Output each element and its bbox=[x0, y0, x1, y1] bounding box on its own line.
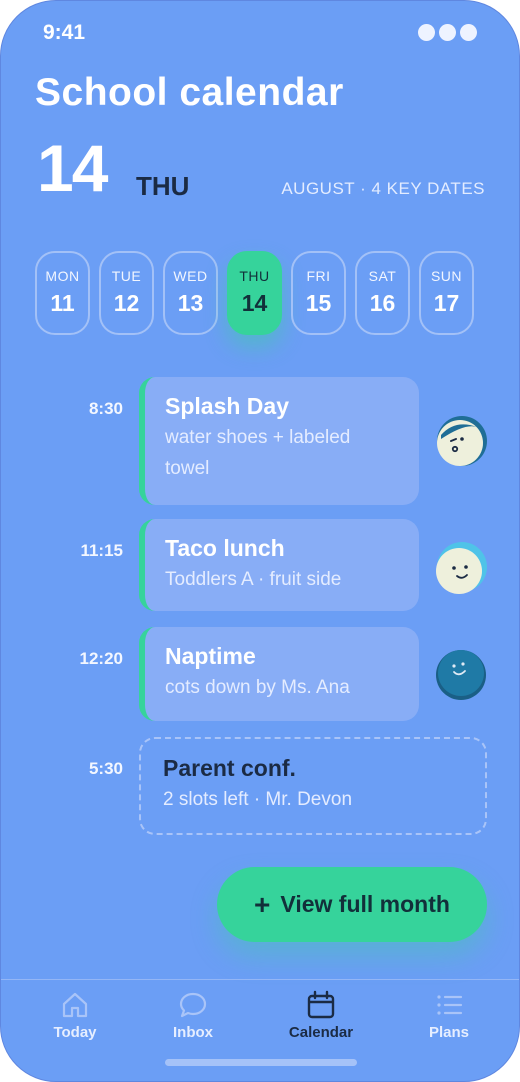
day-label: WED bbox=[173, 268, 208, 284]
day-sat[interactable]: SAT 16 bbox=[355, 251, 410, 335]
day-label: SAT bbox=[368, 268, 397, 284]
day-number: 14 bbox=[241, 290, 268, 316]
day-number: 12 bbox=[113, 290, 140, 316]
status-dot bbox=[460, 24, 477, 41]
tab-inbox[interactable]: Inbox bbox=[143, 990, 243, 1041]
day-number: 15 bbox=[305, 290, 332, 316]
event-subtitle: Toddlers A · fruit side bbox=[165, 569, 342, 590]
tab-label: Calendar bbox=[288, 1024, 354, 1041]
status-dot bbox=[418, 24, 435, 41]
event-time: 12:20 bbox=[79, 649, 123, 668]
week-strip: MON 11 TUE 12 WED 13 THU 14 FRI 15 SAT 1… bbox=[35, 251, 474, 335]
day-number: 16 bbox=[369, 290, 396, 316]
chat-bubble-icon bbox=[179, 992, 207, 1018]
winking-kid-avatar-icon bbox=[437, 416, 487, 466]
home-indicator[interactable] bbox=[165, 1059, 357, 1066]
event-card-taco-lunch[interactable]: Taco lunch Toddlers A · fruit side bbox=[139, 519, 419, 611]
view-full-month-label: View full month bbox=[280, 891, 450, 917]
event-card-naptime[interactable]: Naptime cots down by Ms. Ana bbox=[139, 627, 419, 721]
day-label: SUN bbox=[430, 268, 463, 284]
smiling-kid-avatar-icon bbox=[436, 542, 487, 594]
tab-label: Today bbox=[53, 1024, 97, 1041]
selected-weekday: THU bbox=[136, 171, 190, 201]
tab-calendar[interactable]: Calendar bbox=[271, 990, 371, 1041]
day-label: MON bbox=[45, 268, 80, 284]
day-label: FRI bbox=[306, 268, 331, 284]
day-fri[interactable]: FRI 15 bbox=[291, 251, 346, 335]
event-time: 8:30 bbox=[88, 399, 123, 418]
calendar-icon bbox=[307, 990, 335, 1019]
event-time: 11:15 bbox=[80, 541, 123, 560]
day-number: 11 bbox=[50, 290, 75, 316]
selected-day-number: 14 bbox=[37, 131, 108, 205]
home-icon bbox=[62, 992, 88, 1018]
event-subtitle: cots down by Ms. Ana bbox=[165, 677, 350, 698]
tab-label: Plans bbox=[428, 1024, 470, 1041]
day-label: THU bbox=[239, 268, 270, 284]
view-full-month-button[interactable]: + View full month bbox=[217, 867, 487, 942]
plus-icon: + bbox=[254, 888, 271, 920]
event-card-parent-conf[interactable]: Parent conf. 2 slots left · Mr. Devon bbox=[139, 737, 487, 835]
event-title: Parent conf. bbox=[163, 755, 296, 781]
status-indicators bbox=[418, 24, 477, 41]
event-title: Splash Day bbox=[165, 393, 289, 419]
phone-frame: 9:41 School calendar 14 THU AUGUST · 4 K… bbox=[0, 0, 520, 1082]
tab-bar: Today Inbox Calendar Plans bbox=[1, 979, 519, 1081]
page-title: School calendar bbox=[35, 71, 344, 114]
day-thu-selected[interactable]: THU 14 bbox=[227, 251, 282, 335]
day-wed[interactable]: WED 13 bbox=[163, 251, 218, 335]
tab-today[interactable]: Today bbox=[25, 990, 125, 1041]
day-mon[interactable]: MON 11 bbox=[35, 251, 90, 335]
event-subtitle: 2 slots left · Mr. Devon bbox=[163, 789, 353, 810]
status-dot bbox=[439, 24, 456, 41]
event-title: Naptime bbox=[165, 643, 256, 669]
list-icon bbox=[437, 995, 463, 1015]
event-time: 5:30 bbox=[88, 759, 123, 778]
tab-label: Inbox bbox=[173, 1024, 213, 1041]
day-number: 17 bbox=[433, 290, 460, 316]
event-title: Taco lunch bbox=[165, 535, 285, 561]
tab-plans[interactable]: Plans bbox=[399, 990, 499, 1041]
day-number: 13 bbox=[177, 290, 204, 316]
month-meta: AUGUST · 4 KEY DATES bbox=[281, 179, 485, 198]
day-tue[interactable]: TUE 12 bbox=[99, 251, 154, 335]
event-card-splash-day[interactable]: Splash Day water shoes + labeled towel bbox=[139, 377, 419, 505]
event-subtitle: water shoes + labeled towel bbox=[165, 427, 351, 479]
day-label: TUE bbox=[111, 268, 142, 284]
sleepy-kid-avatar-icon bbox=[436, 650, 486, 700]
day-sun[interactable]: SUN 17 bbox=[419, 251, 474, 335]
status-time: 9:41 bbox=[43, 21, 86, 44]
